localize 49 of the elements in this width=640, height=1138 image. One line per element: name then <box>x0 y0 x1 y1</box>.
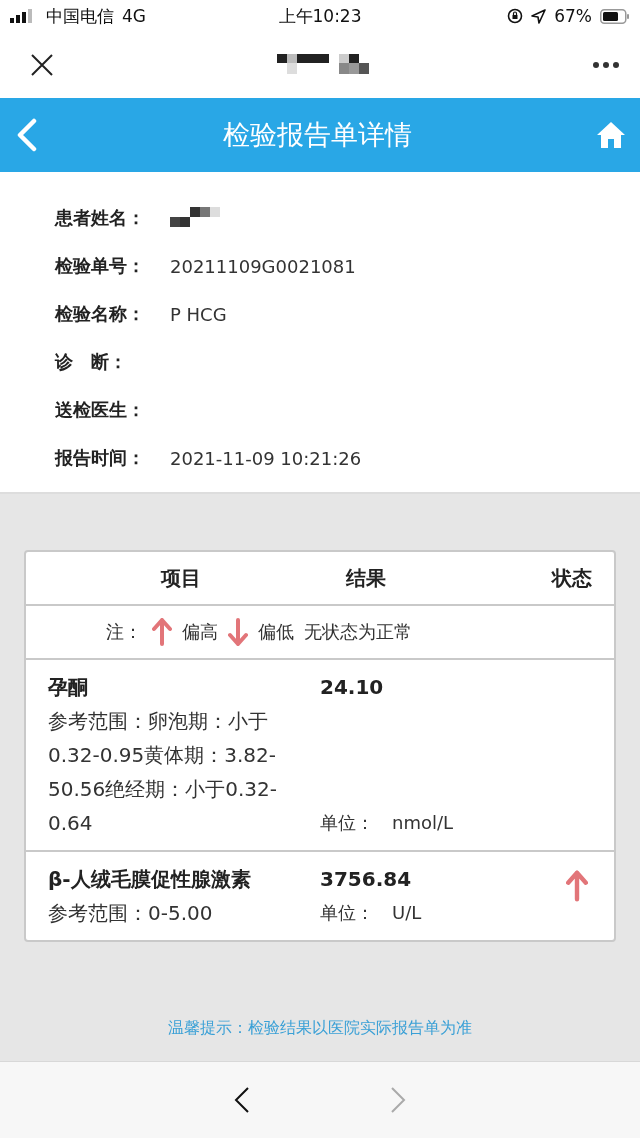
close-icon <box>30 53 54 77</box>
battery-percent: 67% <box>554 6 592 26</box>
field-label: 报告时间： <box>55 446 146 470</box>
unit-value: nmol/L <box>392 811 454 835</box>
notice-text: 温馨提示：检验结果以医院实际报告单为准 <box>168 1018 472 1039</box>
result-value: 24.10 <box>320 674 385 701</box>
back-nav-button[interactable] <box>234 1086 250 1114</box>
unit-value: U/L <box>392 901 422 925</box>
carrier-name: 中国电信 <box>46 4 114 28</box>
field-label: 检验名称： <box>55 302 146 326</box>
back-icon <box>16 118 38 152</box>
legend-low: 偏低 <box>258 620 294 644</box>
column-header: 项目 <box>159 564 201 592</box>
test-name: β-人绒毛膜促性腺激素 <box>48 866 252 893</box>
legend-high: 偏高 <box>182 620 218 644</box>
network-type: 4G <box>122 6 146 26</box>
column-header: 状态 <box>550 564 593 592</box>
rotation-lock-icon <box>507 8 524 24</box>
field-label: 诊 断： <box>55 350 128 374</box>
field-label: 患者姓名： <box>55 206 146 230</box>
unit-label: 单位： <box>320 811 374 835</box>
page-title: 检验报告单详情 <box>222 118 412 152</box>
chevron-right-icon <box>390 1086 406 1114</box>
field-label: 送检医生： <box>55 398 146 422</box>
home-button[interactable] <box>596 121 626 149</box>
test-name: 孕酮 <box>48 674 89 701</box>
home-icon <box>596 121 626 149</box>
unit-label: 单位： <box>320 901 374 925</box>
chevron-left-icon <box>234 1086 250 1114</box>
close-button[interactable] <box>30 53 54 77</box>
back-button[interactable] <box>16 118 38 152</box>
battery-icon <box>600 8 630 24</box>
location-arrow-icon <box>531 8 547 24</box>
field-value: P HCG <box>170 303 227 325</box>
legend-normal: 无状态为正常 <box>304 620 412 644</box>
column-header: 结果 <box>344 564 386 592</box>
field-label: 检验单号： <box>55 254 146 278</box>
more-button[interactable] <box>592 61 620 69</box>
redacted-mosaic <box>170 207 222 229</box>
more-icon <box>592 61 620 69</box>
reference-range: 参考范围：卵泡期：小于0.32-0.95黄体期：3.82-50.56绝经期：小于0.32-0.64 <box>48 708 278 837</box>
up-arrow-icon <box>152 618 172 646</box>
result-value: 3756.84 <box>320 866 413 893</box>
field-value: 20211109G0021081 <box>170 255 356 277</box>
clock-time: 上午10:23 <box>278 4 362 28</box>
legend-prefix: 注： <box>106 620 142 644</box>
field-value: 2021-11-09 10:21:26 <box>170 447 362 469</box>
down-arrow-icon <box>228 618 248 646</box>
reference-range: 参考范围：0-5.00 <box>48 900 214 927</box>
